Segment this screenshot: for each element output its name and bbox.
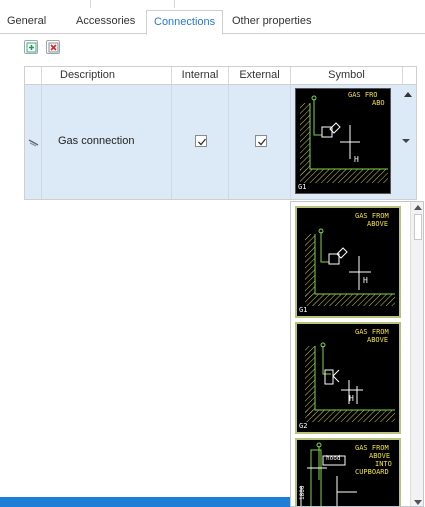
- symbol-height-label: H: [354, 155, 359, 164]
- checkmark-icon: [258, 138, 267, 146]
- external-cell: [229, 85, 291, 199]
- checkmark-icon: [198, 138, 207, 146]
- status-bar: [0, 497, 290, 507]
- description-text: Gas connection: [58, 135, 135, 147]
- external-checkbox[interactable]: [255, 135, 267, 147]
- option-caption: GAS FROM: [355, 328, 389, 336]
- symbol-option-g1[interactable]: GAS FROM ABOVE H G1: [295, 206, 401, 318]
- chevron-down-icon: [402, 139, 410, 143]
- tab-connections[interactable]: Connections: [146, 10, 224, 35]
- symbol-preview[interactable]: GAS FRO ABO H G1: [295, 88, 391, 194]
- option-caption: ABOVE: [369, 452, 391, 460]
- option-code: G1: [299, 306, 308, 314]
- top-separator: [90, 0, 91, 8]
- tab-general[interactable]: General: [0, 10, 53, 34]
- delete-row-icon: [48, 42, 59, 53]
- row-indicator: [25, 85, 42, 199]
- internal-cell: [172, 85, 229, 199]
- scrollbar-thumb[interactable]: [414, 214, 422, 240]
- row-indicator-header: [25, 67, 42, 85]
- symbol-dropdown-button[interactable]: [392, 85, 416, 199]
- tab-bar: General Accessories Connections Other pr…: [0, 10, 425, 35]
- hood-label: hood: [326, 455, 341, 462]
- symbol-option-g2[interactable]: GAS FROM ABOVE H G2: [295, 322, 401, 434]
- pipe-connection-icon: [28, 139, 39, 147]
- option-caption: GAS FROM: [355, 212, 389, 220]
- symbol-option-g3[interactable]: GAS FROM ABOVE INTO CUPBOARD hood 1800: [295, 438, 401, 506]
- connections-grid: Description Internal External Symbol Gas…: [24, 66, 417, 200]
- scroll-down-arrow-icon[interactable]: [414, 500, 422, 506]
- table-row[interactable]: Gas connection GAS FRO ABO H G1: [25, 85, 416, 199]
- option-caption: ABOVE: [367, 336, 389, 344]
- option-caption: ABOVE: [367, 220, 389, 228]
- dropdown-scrollbar[interactable]: [410, 202, 423, 506]
- top-separator: [174, 0, 175, 8]
- scroll-up-arrow-icon[interactable]: [414, 204, 422, 210]
- option-caption: GAS FROM: [355, 444, 389, 452]
- add-row-icon: [26, 42, 37, 53]
- option-height-label: H: [349, 394, 354, 403]
- scroll-up-arrow-icon[interactable]: [404, 91, 412, 97]
- tab-other-properties[interactable]: Other properties: [225, 10, 318, 34]
- symbol-dropdown-list: GAS FROM ABOVE H G1 GAS FROM ABOVE H G2: [290, 201, 424, 507]
- option-code: G2: [299, 422, 308, 430]
- symbol-code: G1: [298, 183, 307, 191]
- symbol-caption: ABO: [372, 99, 385, 107]
- option-caption: CUPBOARD: [355, 468, 389, 476]
- window-top-strip: [0, 0, 425, 10]
- option-height-label: H: [363, 276, 368, 285]
- dimension-label: 1800: [299, 485, 306, 500]
- grid-header: Description Internal External Symbol: [25, 67, 416, 85]
- internal-checkbox[interactable]: [195, 135, 207, 147]
- symbol-caption: GAS FRO: [348, 91, 378, 99]
- description-cell[interactable]: Gas connection: [42, 85, 172, 199]
- tab-accessories[interactable]: Accessories: [69, 10, 142, 34]
- column-header-description[interactable]: Description: [42, 67, 172, 85]
- column-header-symbol[interactable]: Symbol: [291, 67, 403, 85]
- column-header-external[interactable]: External: [229, 67, 291, 85]
- column-header-internal[interactable]: Internal: [172, 67, 229, 85]
- add-row-button[interactable]: [24, 40, 38, 54]
- delete-row-button[interactable]: [46, 40, 60, 54]
- option-caption: INTO: [375, 460, 392, 468]
